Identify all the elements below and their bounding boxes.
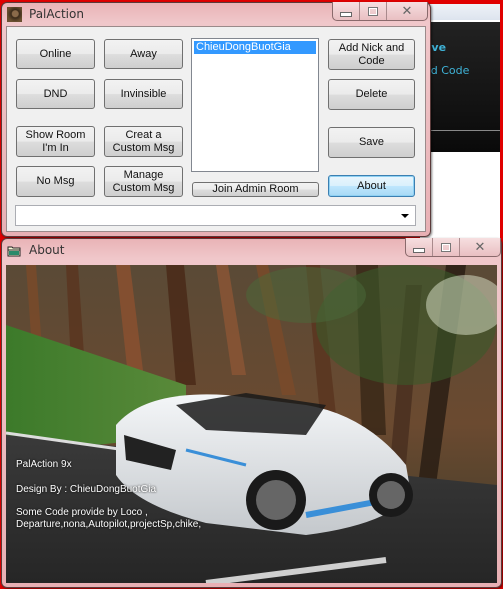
maximize-icon bbox=[368, 6, 378, 16]
add-nick-button[interactable]: Add Nick and Code bbox=[328, 39, 415, 70]
invisible-button[interactable]: Invinsible bbox=[104, 79, 183, 109]
save-button[interactable]: Save bbox=[328, 127, 415, 158]
about-window: About ✕ PalAction 9x Design By: ChieuDo… bbox=[1, 238, 502, 588]
title-bar[interactable]: PalAction ✕ bbox=[2, 2, 430, 27]
about-version: PalAction 9x bbox=[16, 459, 72, 470]
background-app-bar bbox=[420, 4, 500, 20]
folder-icon bbox=[7, 243, 22, 258]
join-admin-room-button[interactable]: Join Admin Room bbox=[192, 182, 319, 197]
about-credits-2: Departure,nona,Autopilot,projectSp,chike… bbox=[16, 519, 202, 530]
online-button[interactable]: Online bbox=[16, 39, 95, 69]
minimize-icon bbox=[413, 247, 425, 253]
close-icon: ✕ bbox=[474, 239, 486, 255]
minimize-button[interactable] bbox=[333, 2, 360, 20]
caption-buttons: ✕ bbox=[332, 2, 428, 21]
away-button[interactable]: Away bbox=[104, 39, 183, 69]
title-bar[interactable]: About ✕ bbox=[2, 238, 501, 263]
window-title: About bbox=[29, 243, 65, 257]
nick-listbox[interactable]: ChieuDongBuotGia bbox=[191, 38, 319, 172]
caption-buttons: ✕ bbox=[405, 238, 501, 257]
maximize-button[interactable] bbox=[433, 238, 460, 256]
about-credits-1: Some Code provide by Loco , bbox=[16, 507, 148, 518]
message-combobox[interactable] bbox=[15, 205, 416, 226]
minimize-icon bbox=[340, 11, 352, 17]
maximize-button[interactable] bbox=[360, 2, 387, 20]
car-forest-illustration bbox=[6, 265, 497, 583]
minimize-button[interactable] bbox=[406, 238, 433, 256]
about-background-image: PalAction 9x Design By : ChieuDongBuotGi… bbox=[6, 265, 497, 583]
maximize-icon bbox=[441, 242, 451, 252]
close-button[interactable]: ✕ bbox=[460, 238, 500, 256]
palaction-client-area: Online Away DND Invinsible Show Room I'm… bbox=[6, 26, 426, 232]
close-button[interactable]: ✕ bbox=[387, 2, 427, 20]
about-design: Design By : ChieuDongBuotGia bbox=[16, 484, 157, 495]
create-custom-msg-button[interactable]: Creat a Custom Msg bbox=[104, 126, 183, 157]
about-button[interactable]: About bbox=[328, 175, 415, 197]
chevron-down-icon[interactable] bbox=[401, 214, 409, 218]
divider bbox=[420, 130, 500, 131]
dnd-button[interactable]: DND bbox=[16, 79, 95, 109]
close-icon: ✕ bbox=[401, 3, 413, 19]
window-title: PalAction bbox=[29, 7, 84, 21]
show-room-button[interactable]: Show Room I'm In bbox=[16, 126, 95, 157]
no-msg-button[interactable]: No Msg bbox=[16, 166, 95, 197]
delete-button[interactable]: Delete bbox=[328, 79, 415, 110]
background-app-window: ave ed Code bbox=[420, 4, 500, 238]
manage-custom-msg-button[interactable]: Manage Custom Msg bbox=[104, 166, 183, 197]
list-item[interactable]: ChieuDongBuotGia bbox=[194, 41, 316, 54]
avatar-icon bbox=[7, 7, 22, 22]
palaction-window: PalAction ✕ Online Away DND Invinsible S… bbox=[1, 2, 431, 237]
